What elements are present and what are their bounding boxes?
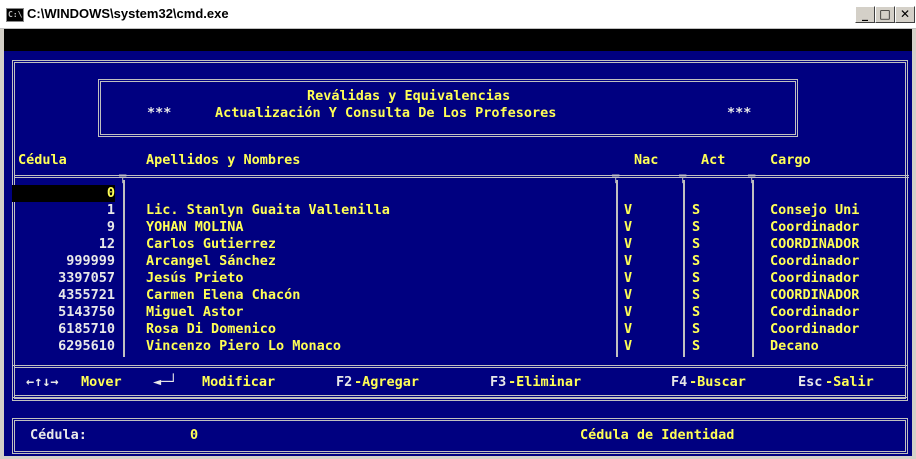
modificar-command[interactable]: Modificar <box>202 374 275 390</box>
header-separator <box>15 175 909 178</box>
header-subtitle: Actualización Y Consulta De Los Profesor… <box>215 105 557 121</box>
table-row[interactable]: 5143750 Miguel Astor V S Coordinador <box>4 304 912 321</box>
cell-nac: V <box>624 287 633 303</box>
table-row[interactable]: 9 YOHAN MOLINA V S Coordinador <box>4 219 912 236</box>
f4-key: F4 <box>671 374 688 390</box>
cell-act: S <box>692 338 701 354</box>
cell-cedula: 0 <box>12 185 115 202</box>
cell-cedula: 12 <box>98 236 115 252</box>
cell-nombres: Carlos Gutierrez <box>146 236 277 252</box>
table-row[interactable]: 1 Lic. Stanlyn Guaita Vallenilla V S Consejo… <box>4 202 912 219</box>
cell-cedula: 5143750 <box>58 304 115 320</box>
cell-cedula: 999999 <box>66 253 115 269</box>
cell-cedula: 3397057 <box>58 270 115 286</box>
cell-act <box>692 185 712 202</box>
cell-nombres: Rosa Di Domenico <box>146 321 277 337</box>
close-button[interactable]: ✕ <box>895 6 915 23</box>
column-header-nac[interactable]: Nac <box>634 152 658 168</box>
cmd-window: C:\ C:\WINDOWS\system32\cmd.exe _ □ ✕ Re… <box>0 0 916 459</box>
cell-cedula: 6295610 <box>58 338 115 354</box>
cell-nac: V <box>624 304 633 320</box>
cell-act: S <box>692 287 701 303</box>
status-label: Cédula: <box>30 427 87 443</box>
cell-nac: V <box>624 236 633 252</box>
cell-cargo: COORDINADOR <box>770 236 860 252</box>
status-bar <box>12 418 908 454</box>
table-row[interactable]: 999999 Arcangel Sánchez V S Coordinador <box>4 253 912 270</box>
f3-key: F3 <box>490 374 507 390</box>
cell-nombres: YOHAN MOLINA <box>146 219 244 235</box>
cell-cargo: Decano <box>770 338 819 354</box>
buscar-command[interactable]: -Buscar <box>689 374 746 390</box>
cell-nombres: Miguel Astor <box>146 304 244 320</box>
cell-cargo <box>770 185 910 202</box>
cell-cargo: Coordinador <box>770 219 860 235</box>
arrows-icon: ←↑↓→ <box>26 374 59 390</box>
mover-command[interactable]: Mover <box>81 374 122 390</box>
cell-nac: V <box>624 219 633 235</box>
cell-nac: V <box>624 202 633 218</box>
table-row[interactable]: 6295610 Vincenzo Piero Lo Monaco V S Decano <box>4 338 912 355</box>
cell-cedula: 9 <box>106 219 115 235</box>
console-area[interactable]: Reválidas y Equivalencias *** Actualizac… <box>4 29 912 456</box>
cell-nac: V <box>624 253 633 269</box>
status-hint: Cédula de Identidad <box>580 427 735 443</box>
cmd-icon[interactable]: C:\ <box>6 8 24 22</box>
cell-cargo: Coordinador <box>770 321 860 337</box>
esc-key: Esc <box>798 374 823 390</box>
table-row[interactable]: 4355721 Carmen Elena Chacón V S COORDINADOR <box>4 287 912 304</box>
salir-command[interactable]: -Salir <box>825 374 874 390</box>
table-row[interactable]: 0 <box>4 185 912 202</box>
column-header-cargo[interactable]: Cargo <box>770 152 811 168</box>
header-prefix: *** <box>147 105 172 121</box>
cell-nombres: Vincenzo Piero Lo Monaco <box>146 338 342 354</box>
header-title: Reválidas y Equivalencias <box>307 88 511 104</box>
column-header-act[interactable]: Act <box>701 152 725 168</box>
cell-cedula: 1 <box>106 202 115 218</box>
cell-cargo: COORDINADOR <box>770 287 860 303</box>
cell-cedula: 6185710 <box>58 321 115 337</box>
enter-key-icon: ◄─┘ <box>153 374 178 390</box>
console-top-bar <box>4 29 912 51</box>
command-bar <box>12 365 908 401</box>
maximize-button[interactable]: □ <box>875 6 895 23</box>
table-row[interactable]: 6185710 Rosa Di Domenico V S Coordinador <box>4 321 912 338</box>
cell-cargo: Coordinador <box>770 253 860 269</box>
cell-cedula: 4355721 <box>58 287 115 303</box>
cmd-icon-text: C:\ <box>8 10 23 19</box>
cell-cargo: Coordinador <box>770 270 860 286</box>
cell-act: S <box>692 202 701 218</box>
column-header-nombres[interactable]: Apellidos y Nombres <box>146 152 300 168</box>
cell-nombres: Carmen Elena Chacón <box>146 287 301 303</box>
cell-act: S <box>692 236 701 252</box>
status-value[interactable]: 0 <box>190 427 198 443</box>
cell-nac: V <box>624 321 633 337</box>
cell-act: S <box>692 219 701 235</box>
cell-nombres <box>146 185 606 202</box>
eliminar-command[interactable]: -Eliminar <box>508 374 581 390</box>
cell-act: S <box>692 304 701 320</box>
header-suffix: *** <box>727 105 752 121</box>
table-row[interactable]: 3397057 Jesús Prieto V S Coordinador <box>4 270 912 287</box>
cell-nac: V <box>624 270 633 286</box>
cell-nac <box>624 185 644 202</box>
cell-act: S <box>692 253 701 269</box>
cell-cargo: Consejo Uni <box>770 202 860 218</box>
title-bar[interactable]: C:\ C:\WINDOWS\system32\cmd.exe _ □ ✕ <box>0 0 916 29</box>
table-row[interactable]: 12 Carlos Gutierrez V S COORDINADOR <box>4 236 912 253</box>
window-title: C:\WINDOWS\system32\cmd.exe <box>27 6 229 21</box>
cell-nombres: Jesús Prieto <box>146 270 244 286</box>
f2-key: F2 <box>336 374 353 390</box>
minimize-button[interactable]: _ <box>855 6 875 23</box>
agregar-command[interactable]: -Agregar <box>354 374 419 390</box>
column-header-cedula[interactable]: Cédula <box>18 152 67 168</box>
cell-act: S <box>692 321 701 337</box>
cell-nombres: Lic. Stanlyn Guaita Vallenilla <box>146 202 390 218</box>
cell-cargo: Coordinador <box>770 304 860 320</box>
cell-act: S <box>692 270 701 286</box>
cell-nac: V <box>624 338 633 354</box>
cell-nombres: Arcangel Sánchez <box>146 253 277 269</box>
